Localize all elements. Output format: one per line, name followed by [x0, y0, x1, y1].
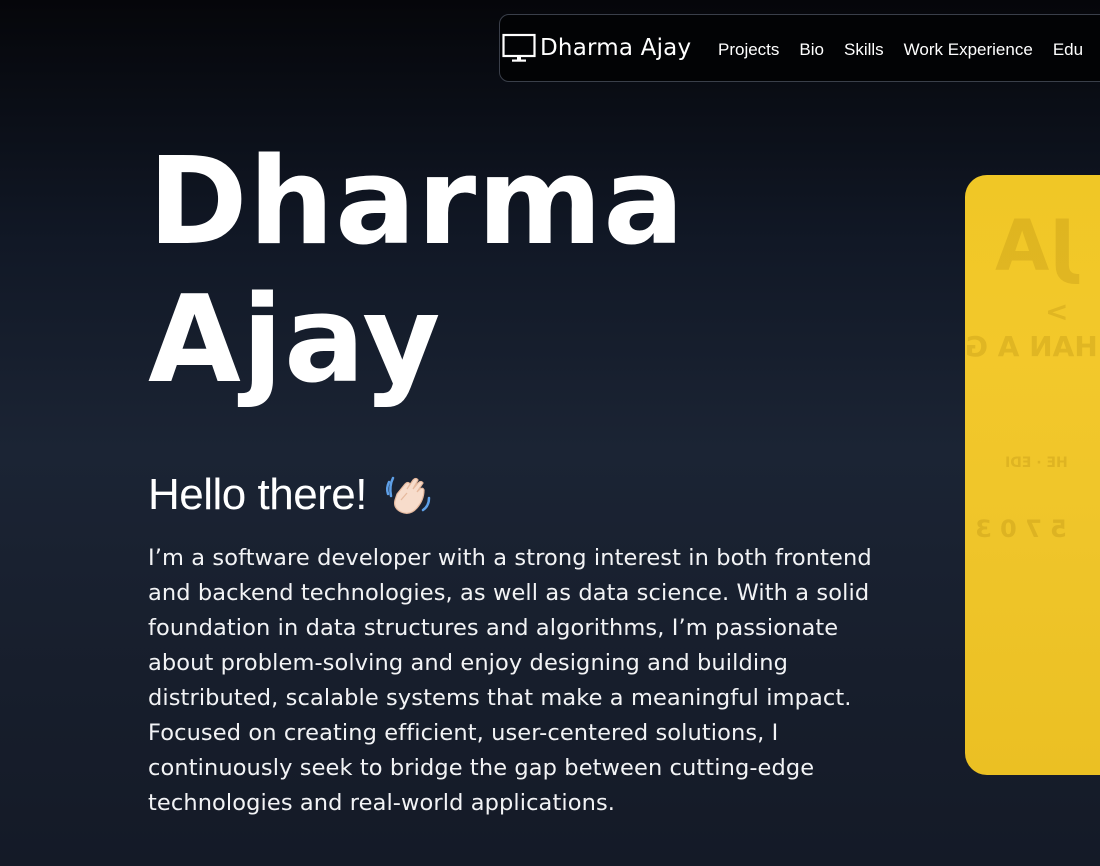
waving-hand-icon: [385, 476, 431, 514]
hero-name: Dharma Ajay: [148, 134, 685, 410]
monitor-icon: [502, 33, 536, 62]
nav-links: Projects Bio Skills Work Experience Edu: [718, 40, 1100, 60]
intro-paragraph: I’m a software developer with a strong i…: [148, 545, 872, 816]
brand-link[interactable]: Dharma Ajay: [502, 32, 691, 64]
photo-decoration: HE · EDI: [1005, 455, 1068, 471]
brand-name: Dharma Ajay: [540, 35, 692, 61]
nav-link-education[interactable]: Edu: [1053, 40, 1083, 60]
top-navbar: Dharma Ajay Projects Bio Skills Work Exp…: [499, 14, 1100, 82]
greeting: Hello there!: [148, 470, 433, 520]
photo-decoration: >: [1045, 295, 1069, 328]
hero-name-line1: Dharma: [148, 133, 686, 272]
photo-decoration: HAN A G: [965, 330, 1098, 363]
nav-link-work-experience[interactable]: Work Experience: [904, 40, 1033, 60]
greeting-text: Hello there!: [148, 470, 368, 519]
profile-photo: JA > HAN A G HE · EDI 5 7 0 3: [965, 175, 1100, 775]
nav-link-skills[interactable]: Skills: [844, 40, 884, 60]
nav-link-bio[interactable]: Bio: [799, 40, 824, 60]
hero-name-line2: Ajay: [148, 271, 442, 410]
nav-link-projects[interactable]: Projects: [718, 40, 779, 60]
photo-decoration: JA: [995, 205, 1076, 287]
photo-decoration: 5 7 0 3: [975, 515, 1067, 543]
